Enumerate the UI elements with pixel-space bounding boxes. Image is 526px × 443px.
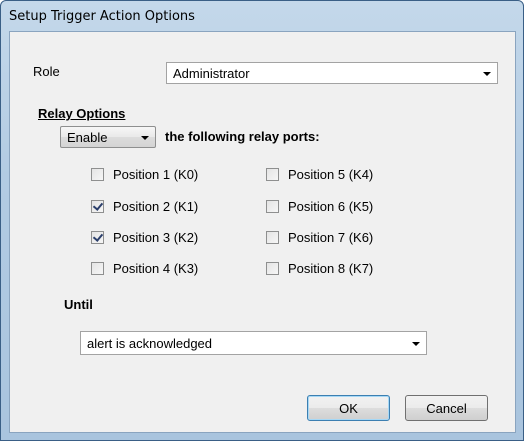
role-select[interactable]: Administrator (166, 62, 498, 84)
relay-position-label: Position 1 (K0) (113, 167, 199, 182)
checkbox-box (266, 168, 279, 181)
relay-position-label: Position 8 (K7) (288, 261, 374, 276)
relay-mode-value: Enable (67, 129, 108, 145)
relay-mode-select[interactable]: Enable (60, 126, 156, 148)
relay-position-label: Position 2 (K1) (113, 199, 199, 214)
relay-ports-suffix: the following relay ports: (165, 129, 320, 144)
checkbox-box (91, 168, 104, 181)
relay-position-4-checkbox[interactable]: Position 4 (K3) (91, 261, 198, 276)
ok-button[interactable]: OK (307, 395, 390, 421)
relay-position-label: Position 6 (K5) (288, 199, 374, 214)
dialog-window: Setup Trigger Action Options Role Admini… (0, 0, 524, 441)
chevron-down-icon (141, 136, 149, 140)
checkmark-icon (91, 200, 104, 213)
cancel-button[interactable]: Cancel (405, 395, 488, 421)
relay-position-7-checkbox[interactable]: Position 7 (K6) (266, 230, 373, 245)
checkmark-icon (91, 231, 104, 244)
chevron-down-icon (412, 342, 420, 346)
relay-position-6-checkbox[interactable]: Position 6 (K5) (266, 199, 373, 214)
role-label: Role (33, 64, 60, 79)
checkbox-box (266, 231, 279, 244)
dialog-client-area: Role Administrator Relay Options Enable … (9, 31, 516, 433)
role-select-value: Administrator (173, 65, 250, 81)
relay-position-label: Position 5 (K4) (288, 167, 374, 182)
until-select[interactable]: alert is acknowledged (80, 331, 427, 355)
chevron-down-icon (483, 72, 491, 76)
title-bar[interactable]: Setup Trigger Action Options (1, 1, 523, 31)
relay-position-1-checkbox[interactable]: Position 1 (K0) (91, 167, 198, 182)
relay-position-5-checkbox[interactable]: Position 5 (K4) (266, 167, 373, 182)
checkbox-box (91, 262, 104, 275)
until-label: Until (64, 297, 93, 312)
checkbox-box (266, 200, 279, 213)
until-select-value: alert is acknowledged (87, 335, 213, 351)
relay-position-label: Position 4 (K3) (113, 261, 199, 276)
relay-position-label: Position 3 (K2) (113, 230, 199, 245)
relay-position-2-checkbox[interactable]: Position 2 (K1) (91, 199, 198, 214)
relay-position-3-checkbox[interactable]: Position 3 (K2) (91, 230, 198, 245)
relay-position-label: Position 7 (K6) (288, 230, 374, 245)
window-title: Setup Trigger Action Options (9, 8, 195, 24)
checkbox-box (266, 262, 279, 275)
relay-options-heading: Relay Options (38, 106, 126, 121)
relay-position-8-checkbox[interactable]: Position 8 (K7) (266, 261, 373, 276)
